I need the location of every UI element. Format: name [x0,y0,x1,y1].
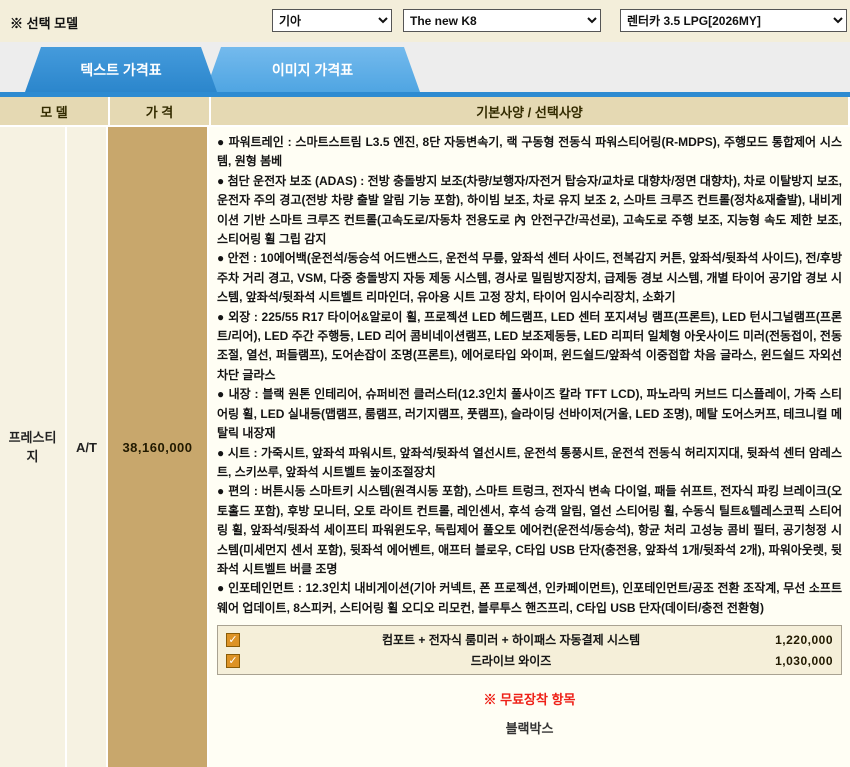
header-model: 모 델 [0,97,110,127]
option-row[interactable]: ✓ 드라이브 와이즈1,030,000 [226,650,833,671]
spec-section: ● 내장 : 블랙 원톤 인테리어, 슈퍼비전 클러스터(12.3인치 풀사이즈… [217,385,842,443]
option-price: 1,220,000 [775,633,833,647]
spec-section: ● 파워트레인 : 스마트스트림 L3.5 엔진, 8단 자동변속기, 랙 구동… [217,133,842,172]
tab-image-price-label: 이미지 가격표 [272,60,353,80]
option-label: 드라이브 와이즈 [247,652,775,669]
tab-text-price-table[interactable]: 텍스트 가격표 [25,47,217,92]
free-item: 블랙박스 [217,718,842,737]
price-cell: 38,160,000 [108,127,209,767]
tab-text-price-label: 텍스트 가격표 [80,60,161,80]
option-row[interactable]: ✓ 컴포트 + 전자식 룸미러 + 하이패스 자동결제 시스템1,220,000 [226,629,833,650]
select-model-label: ※ 선택 모델 [10,13,78,32]
model-name-cell: 프레스티지 [0,127,67,767]
table-header-row: 모 델 가 격 기본사양 / 선택사양 [0,97,850,127]
price-tabs: 텍스트 가격표 이미지 가격표 [0,42,850,97]
free-items-list: 블랙박스 [217,718,842,737]
header-spec: 기본사양 / 선택사양 [211,97,850,127]
spec-section: ● 시트 : 가죽시트, 앞좌석 파워시트, 앞좌석/뒷좌석 열선시트, 운전석… [217,444,842,483]
option-checkbox-icon[interactable]: ✓ [226,654,240,668]
spec-cell: ● 파워트레인 : 스마트스트림 L3.5 엔진, 8단 자동변속기, 랙 구동… [209,127,850,767]
free-items-section: ※ 무료장착 항목 블랙박스 [217,689,842,737]
model-select[interactable]: The new K8 [403,9,601,32]
header-price: 가 격 [110,97,211,127]
table-row: 프레스티지 A/T 38,160,000 ● 파워트레인 : 스마트스트림 L3… [0,127,850,767]
spec-section: ● 첨단 운전자 보조 (ADAS) : 전방 충돌방지 보조(차량/보행자/자… [217,172,842,250]
brand-select[interactable]: 기아 [272,9,392,32]
spec-section: ● 편의 : 버튼시동 스마트키 시스템(원격시동 포함), 스마트 트렁크, … [217,482,842,579]
option-price: 1,030,000 [775,654,833,668]
tab-underline-bar [0,92,850,97]
option-checkbox-icon[interactable]: ✓ [226,633,240,647]
spec-sections: ● 파워트레인 : 스마트스트림 L3.5 엔진, 8단 자동변속기, 랙 구동… [217,133,842,618]
option-label: 컴포트 + 전자식 룸미러 + 하이패스 자동결제 시스템 [247,631,775,648]
price-page: ※ 선택 모델 기아 The new K8 렌터카 3.5 LPG[2026MY… [0,0,850,767]
free-items-title: ※ 무료장착 항목 [217,689,842,708]
spec-section: ● 인포테인먼트 : 12.3인치 내비게이션(기아 커넥트, 폰 프로젝션, … [217,579,842,618]
model-selector-bar: ※ 선택 모델 기아 The new K8 렌터카 3.5 LPG[2026MY… [0,0,850,42]
transmission-cell: A/T [67,127,108,767]
tab-image-price-table[interactable]: 이미지 가격표 [205,47,420,92]
trim-select[interactable]: 렌터카 3.5 LPG[2026MY] [620,9,847,32]
spec-section: ● 외장 : 225/55 R17 타이어&알로이 휠, 프로젝션 LED 헤드… [217,308,842,386]
options-box: ✓컴포트 + 전자식 룸미러 + 하이패스 자동결제 시스템1,220,000✓… [217,625,842,675]
spec-section: ● 안전 : 10에어백(운전석/동승석 어드밴스드, 운전석 무릎, 앞좌석 … [217,249,842,307]
